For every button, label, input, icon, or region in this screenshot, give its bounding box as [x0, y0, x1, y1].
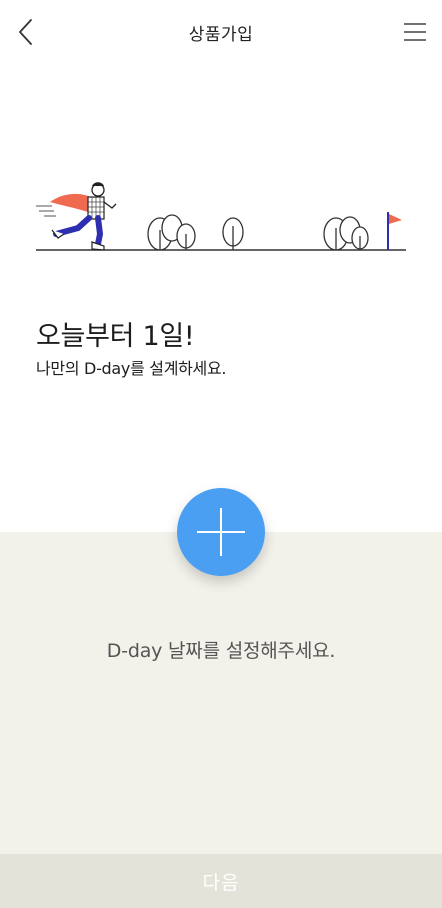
tree-group-2	[323, 216, 369, 251]
menu-button[interactable]	[400, 16, 430, 48]
intro-headline: 오늘부터 1일!	[36, 321, 195, 352]
add-dday-button[interactable]	[177, 488, 265, 576]
tree-group-1	[147, 214, 196, 251]
goal-flag	[387, 212, 402, 250]
runner-figure	[51, 182, 117, 251]
running-hero-illustration	[36, 182, 406, 251]
app-screen: 상품가입 오늘부터 1일! 나만의 D-day를 설계하세요. D-day 날짜…	[0, 0, 442, 908]
dday-panel	[0, 532, 442, 854]
header-bar: 상품가입	[0, 0, 442, 64]
next-button-label: 다음	[202, 871, 240, 894]
page-title: 상품가입	[188, 25, 254, 45]
cape	[50, 193, 92, 212]
tree-single	[222, 217, 244, 250]
plus-icon	[197, 508, 245, 556]
next-button[interactable]: 다음	[0, 854, 442, 908]
hamburger-menu-icon	[404, 23, 426, 41]
speed-lines	[36, 205, 56, 217]
intro-subline: 나만의 D-day를 설계하세요.	[36, 359, 227, 378]
dday-prompt: D-day 날짜를 설정해주세요.	[106, 640, 336, 662]
